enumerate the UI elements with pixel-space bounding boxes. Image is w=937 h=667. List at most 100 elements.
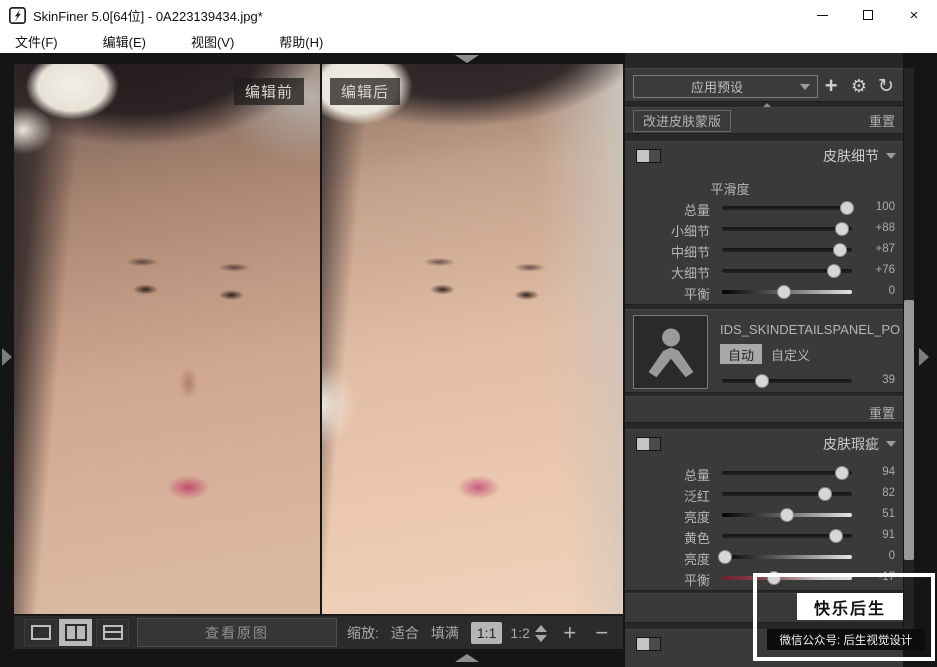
- slider-row: 泛红82: [625, 483, 903, 504]
- zoom-out-button[interactable]: −: [589, 620, 615, 646]
- after-label: 编辑后: [330, 78, 400, 105]
- zoom-fill-button[interactable]: 填满: [431, 623, 459, 643]
- preset-dropdown[interactable]: 应用预设: [633, 75, 818, 98]
- collapse-bottom-icon[interactable]: [455, 654, 479, 662]
- menu-help[interactable]: 帮助(H): [269, 29, 333, 54]
- menu-file[interactable]: 文件(F): [5, 29, 68, 54]
- slider-row: 总量94: [625, 462, 903, 483]
- watermark-title: 快乐后生: [797, 593, 903, 620]
- slider-thumb[interactable]: [827, 264, 841, 278]
- skin-detail-section: 皮肤细节 平滑度 总量100 小细节+88 中细节+87 大细节+76 平衡0: [625, 141, 903, 305]
- slider-track[interactable]: [722, 290, 852, 294]
- slider-thumb[interactable]: [840, 201, 854, 215]
- chevron-down-icon: [800, 84, 810, 90]
- collapse-top-icon[interactable]: [455, 55, 479, 63]
- spinner-down-icon[interactable]: [535, 635, 547, 642]
- slider-track[interactable]: [722, 513, 852, 517]
- skin-detail-title: 皮肤细节: [823, 146, 879, 166]
- zoom-1-2-button[interactable]: 1:2: [510, 625, 529, 641]
- scrollbar-thumb[interactable]: [904, 300, 914, 560]
- close-icon: ×: [910, 8, 919, 23]
- preset-dropdown-label: 应用预设: [634, 77, 800, 96]
- auto-button[interactable]: 自动: [720, 344, 762, 364]
- slider-thumb[interactable]: [835, 222, 849, 236]
- menu-edit[interactable]: 编辑(E): [93, 29, 156, 54]
- single-view-icon: [31, 625, 51, 640]
- mask-reset-button[interactable]: 重置: [869, 111, 895, 130]
- zoom-in-button[interactable]: +: [557, 620, 583, 646]
- zoom-label: 缩放:: [347, 623, 379, 643]
- zoom-1-1-button[interactable]: 1:1: [471, 622, 502, 644]
- view-mode-horizontal-button[interactable]: [96, 619, 129, 646]
- menu-view[interactable]: 视图(V): [181, 29, 244, 54]
- zoom-fit-button[interactable]: 适合: [391, 623, 419, 643]
- mask-row: 改进皮肤蒙版 重置: [625, 107, 903, 134]
- skin-detail-reset-button[interactable]: 重置: [869, 403, 895, 422]
- bottom-toolbar: 查看原图 缩放: 适合 填满 1:1 1:2 + −: [14, 615, 623, 649]
- blemish-title: 皮肤瑕疵: [823, 434, 879, 454]
- view-original-button[interactable]: 查看原图: [137, 618, 337, 647]
- settings-button[interactable]: ⚙: [847, 69, 871, 103]
- view-mode-single-button[interactable]: [24, 619, 57, 646]
- smoothness-label: 平滑度: [625, 179, 835, 198]
- app-window: SkinFiner 5.0[64位] - 0A223139434.jpg* × …: [0, 0, 937, 667]
- title-bar: SkinFiner 5.0[64位] - 0A223139434.jpg* ×: [0, 0, 937, 30]
- custom-button[interactable]: 自定义: [765, 344, 816, 364]
- photo-before[interactable]: 编辑前: [14, 64, 320, 614]
- slider-track[interactable]: [722, 534, 852, 538]
- slider-track[interactable]: [722, 206, 852, 210]
- split-view-icon: [65, 624, 87, 641]
- slider-row: 黄色91: [625, 525, 903, 546]
- slider-track[interactable]: [722, 269, 852, 273]
- slider-thumb[interactable]: [718, 550, 732, 564]
- slider-row: 亮度51: [625, 504, 903, 525]
- maximize-button[interactable]: [845, 0, 891, 30]
- skin-detail-toggle[interactable]: [636, 149, 661, 163]
- blemish-collapse-icon[interactable]: [886, 441, 896, 447]
- view-mode-split-button[interactable]: [59, 619, 92, 646]
- slider-track[interactable]: [722, 471, 852, 475]
- horizontal-view-icon: [103, 625, 123, 640]
- slider-thumb[interactable]: [755, 374, 769, 388]
- improve-skin-mask-button[interactable]: 改进皮肤蒙版: [633, 110, 731, 132]
- window-title: SkinFiner 5.0[64位] - 0A223139434.jpg*: [33, 6, 263, 25]
- panel-scrollbar[interactable]: [904, 68, 914, 648]
- slider-track[interactable]: [722, 555, 852, 559]
- collapse-right-panel-icon[interactable]: [919, 348, 929, 366]
- menu-bar: 文件(F) 编辑(E) 视图(V) 帮助(H): [0, 30, 937, 53]
- slider-row: 大细节+76: [625, 260, 903, 281]
- close-button[interactable]: ×: [891, 0, 937, 30]
- skin-detail-reset-row: 重置: [625, 396, 903, 423]
- slider-thumb[interactable]: [829, 529, 843, 543]
- slider-row: 39: [625, 370, 903, 391]
- slider-track[interactable]: [722, 227, 852, 231]
- slider-track[interactable]: [722, 492, 852, 496]
- slider-thumb[interactable]: [818, 487, 832, 501]
- slider-thumb[interactable]: [835, 466, 849, 480]
- blemish-toggle[interactable]: [636, 437, 661, 451]
- slider-row: 总量100: [625, 197, 903, 218]
- slider-thumb[interactable]: [833, 243, 847, 257]
- expand-left-panel-icon[interactable]: [2, 348, 12, 366]
- next-section-toggle[interactable]: [636, 637, 661, 651]
- slider-track[interactable]: [722, 379, 852, 383]
- watermark-subtitle: 微信公众号: 后生视觉设计: [767, 629, 925, 650]
- ratio-spinner[interactable]: [535, 625, 547, 642]
- before-label: 编辑前: [234, 78, 304, 105]
- watermark-frame: 快乐后生 微信公众号: 后生视觉设计: [753, 573, 935, 661]
- reset-all-button[interactable]: ↻: [874, 69, 898, 103]
- app-logo-icon: [9, 7, 26, 24]
- spinner-up-icon[interactable]: [535, 625, 547, 632]
- add-preset-button[interactable]: +: [819, 69, 843, 103]
- photo-after[interactable]: 编辑后: [322, 64, 623, 614]
- slider-thumb[interactable]: [780, 508, 794, 522]
- slider-thumb[interactable]: [777, 285, 791, 299]
- skin-detail-collapse-icon[interactable]: [886, 153, 896, 159]
- preset-bar: 应用预设 + ⚙ ↻: [625, 68, 903, 102]
- slider-row: 亮度0: [625, 546, 903, 567]
- slider-row: 平衡0: [625, 281, 903, 302]
- minimize-icon: [817, 15, 828, 16]
- slider-track[interactable]: [722, 248, 852, 252]
- slider-row: 中细节+87: [625, 239, 903, 260]
- minimize-button[interactable]: [799, 0, 845, 30]
